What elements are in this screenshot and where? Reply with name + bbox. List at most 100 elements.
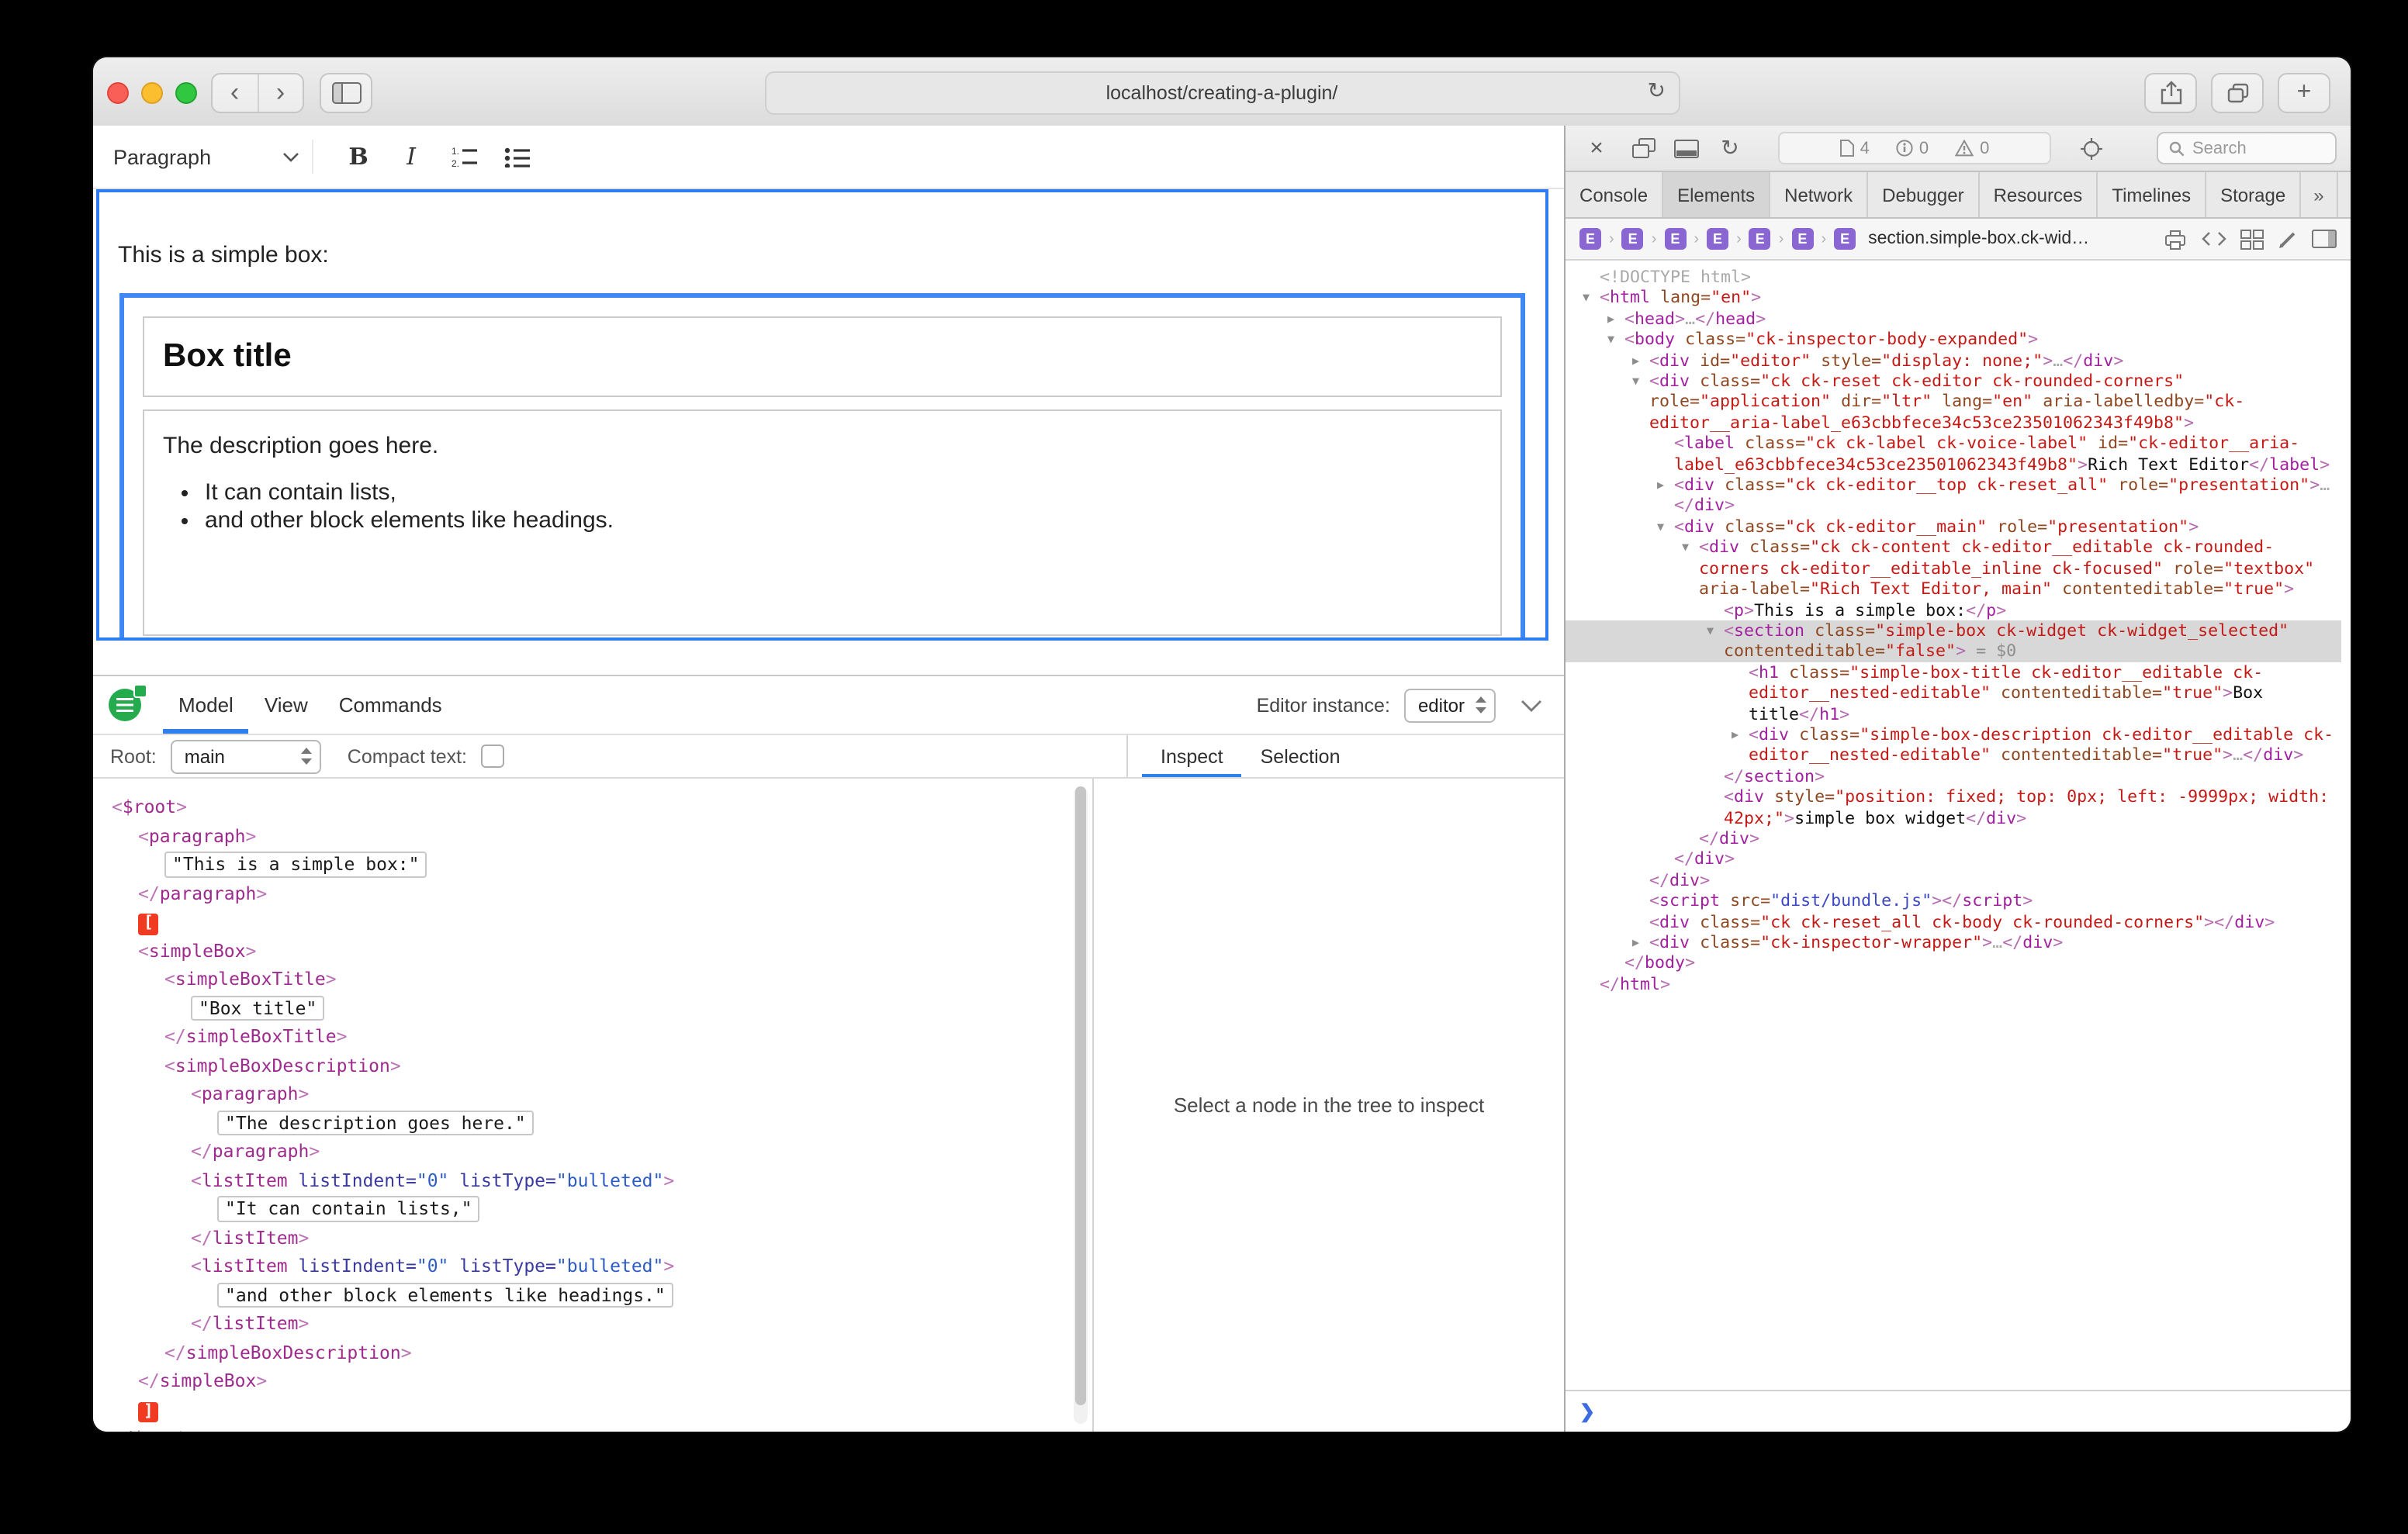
dom-node-line[interactable]: ▶<div class="ck ck-editor__top ck-reset_… [1566,475,2341,517]
root-select[interactable]: main [171,739,321,773]
model-tree-line[interactable]: </$root> [93,1424,1092,1432]
add-tab-button[interactable]: + [2338,172,2351,217]
print-icon[interactable] [2163,229,2188,249]
dom-node-line[interactable]: ▶<div class="simple-box-description ck-e… [1566,724,2341,766]
dom-node-line[interactable]: ▼<div class="ck ck-reset ck-editor ck-ro… [1566,371,2341,433]
dock-bottom-button[interactable] [1669,133,1704,164]
breadcrumb-current-label[interactable]: section.simple-box.ck-wid… [1868,230,2089,248]
disclosure-open-icon[interactable]: ▼ [1707,620,1724,641]
dom-node-line[interactable]: ▼<div class="ck ck-editor__main" role="p… [1566,517,2341,537]
dom-node-line[interactable]: </div> [1566,870,2341,891]
dom-node-line[interactable]: </div> [1566,849,2341,870]
resource-count[interactable]: 4 [1840,139,1870,157]
model-tree-line[interactable]: ] [93,1395,1092,1424]
model-tree-line[interactable]: <simpleBoxTitle> [93,965,1092,993]
share-button[interactable] [2144,73,2197,113]
model-tree-pane[interactable]: <$root><paragraph>"This is a simple box:… [93,779,1094,1432]
disclosure-open-icon[interactable]: ▼ [1657,517,1674,537]
disclosure-open-icon[interactable]: ▼ [1583,288,1600,309]
warning-count[interactable]: 0 [1955,139,1989,157]
dom-node-line[interactable]: ▶<div class="ck-inspector-wrapper">…</di… [1566,932,2341,953]
devtools-tab-console[interactable]: Console [1566,172,1663,217]
code-brackets-icon[interactable] [2202,230,2226,248]
model-tree-line[interactable]: <listItem listIndent="0" listType="bulle… [93,1166,1092,1194]
dom-node-line[interactable]: </div> [1566,828,2341,849]
model-text-node[interactable]: "The description goes here." [217,1110,534,1135]
dom-node-line[interactable]: ▼<div class="ck ck-content ck-editor__ed… [1566,537,2341,599]
disclosure-open-icon[interactable]: ▼ [1607,329,1624,350]
dom-node-line[interactable]: <h1 class="simple-box-title ck-editor__e… [1566,662,2341,724]
zoom-window-button[interactable] [175,82,197,104]
minimize-window-button[interactable] [141,82,163,104]
new-tab-button[interactable]: + [2278,73,2330,113]
grid-view-icon[interactable] [2240,229,2264,249]
simple-box-widget[interactable]: Box title The description goes here. It … [119,293,1525,641]
breadcrumb-element-badge[interactable]: E [1749,228,1771,250]
dom-node-line[interactable]: ▶<head>…</head> [1566,309,2341,330]
devtools-tab-resources[interactable]: Resources [1980,172,2098,217]
detail-tab-selection[interactable]: Selection [1242,735,1359,777]
model-tree-line[interactable]: </simpleBoxDescription> [93,1338,1092,1366]
breadcrumb-current-badge[interactable]: E [1834,228,1856,250]
dom-node-line[interactable]: <div class="ck ck-reset_all ck-body ck-r… [1566,911,2341,932]
breadcrumb-element-badge[interactable]: E [1664,228,1686,250]
quick-console[interactable]: ❯ [1566,1390,2351,1432]
inspector-search-field[interactable]: Search [2157,132,2337,164]
model-tree-line[interactable]: </listItem> [93,1223,1092,1252]
forward-button[interactable]: › [257,74,303,112]
model-tree-line[interactable]: <simpleBoxDescription> [93,1051,1092,1080]
model-tree-line[interactable]: </paragraph> [93,879,1092,907]
model-text-node[interactable]: "Box title" [191,995,324,1021]
model-text-node[interactable]: "This is a simple box:" [164,852,427,877]
devtools-tab-debugger[interactable]: Debugger [1868,172,1979,217]
dom-node-line[interactable]: <div style="position: fixed; top: 0px; l… [1566,786,2341,828]
scrollbar-thumb[interactable] [1075,786,1086,1404]
model-tree-line[interactable]: "This is a simple box:" [93,850,1092,879]
model-tree-line[interactable]: [ [93,907,1092,936]
devtools-tab-elements[interactable]: Elements [1663,172,1770,217]
dom-tree-view[interactable]: <!DOCTYPE html>▼<html lang="en">▶<head>…… [1566,261,2351,1390]
detail-tab-inspect[interactable]: Inspect [1142,735,1242,777]
model-tree-line[interactable]: <paragraph> [93,1080,1092,1108]
address-bar[interactable]: localhost/creating-a-plugin/ ↻ [764,71,1680,115]
dom-node-line[interactable]: <!DOCTYPE html> [1566,267,2341,288]
model-tree-line[interactable]: "and other block elements like headings.… [93,1280,1092,1309]
reload-icon[interactable]: ↻ [1648,78,1666,104]
dom-node-line[interactable]: <p>This is a simple box:</p> [1566,599,2341,620]
inspector-tab-model[interactable]: Model [163,676,249,734]
dom-node-line[interactable]: </section> [1566,766,2341,787]
inspector-tab-commands[interactable]: Commands [323,676,458,734]
disclosure-closed-icon[interactable]: ▶ [1607,309,1624,330]
dom-node-line[interactable]: </body> [1566,953,2341,974]
simple-box-title-field[interactable]: Box title [143,316,1502,397]
ckeditor-editable-area[interactable]: This is a simple box: Box title The desc… [96,189,1548,641]
detach-inspector-button[interactable] [1626,133,1660,164]
dom-node-line[interactable]: <label class="ck ck-label ck-voice-label… [1566,434,2341,475]
model-tree-line[interactable]: </simpleBox> [93,1366,1092,1395]
model-tree-line[interactable]: "Box title" [93,993,1092,1022]
edit-pencil-icon[interactable] [2278,229,2298,249]
collapse-inspector-button[interactable] [1521,699,1542,711]
italic-button[interactable]: I [385,135,438,178]
dom-node-line[interactable]: <script src="dist/bundle.js"></script> [1566,890,2341,911]
devtools-tab-timelines[interactable]: Timelines [2098,172,2206,217]
disclosure-closed-icon[interactable]: ▶ [1657,475,1674,496]
tree-scrollbar[interactable] [1074,786,1088,1424]
dom-node-line[interactable]: </html> [1566,974,2341,995]
model-tree-line[interactable]: "It can contain lists," [93,1194,1092,1223]
details-sidebar-icon[interactable] [2312,230,2337,248]
model-tree-line[interactable]: </simpleBoxTitle> [93,1022,1092,1051]
disclosure-closed-icon[interactable]: ▶ [1632,932,1649,953]
dom-node-line[interactable]: ▶<div id="editor" style="display: none;"… [1566,350,2341,371]
model-tree-line[interactable]: </listItem> [93,1309,1092,1338]
model-tree-line[interactable]: </paragraph> [93,1137,1092,1166]
devtools-tab-network[interactable]: Network [1770,172,1868,217]
devtools-tab-storage[interactable]: Storage [2206,172,2301,217]
editor-paragraph[interactable]: This is a simple box: [118,240,1527,270]
model-text-node[interactable]: "It can contain lists," [217,1196,480,1221]
tab-overview-button[interactable] [2211,73,2264,113]
breadcrumb-element-badge[interactable]: E [1707,228,1728,250]
paragraph-style-dropdown[interactable]: Paragraph [113,145,299,168]
breadcrumb-element-badge[interactable]: E [1791,228,1813,250]
numbered-list-button[interactable]: 1.2. [438,135,490,178]
